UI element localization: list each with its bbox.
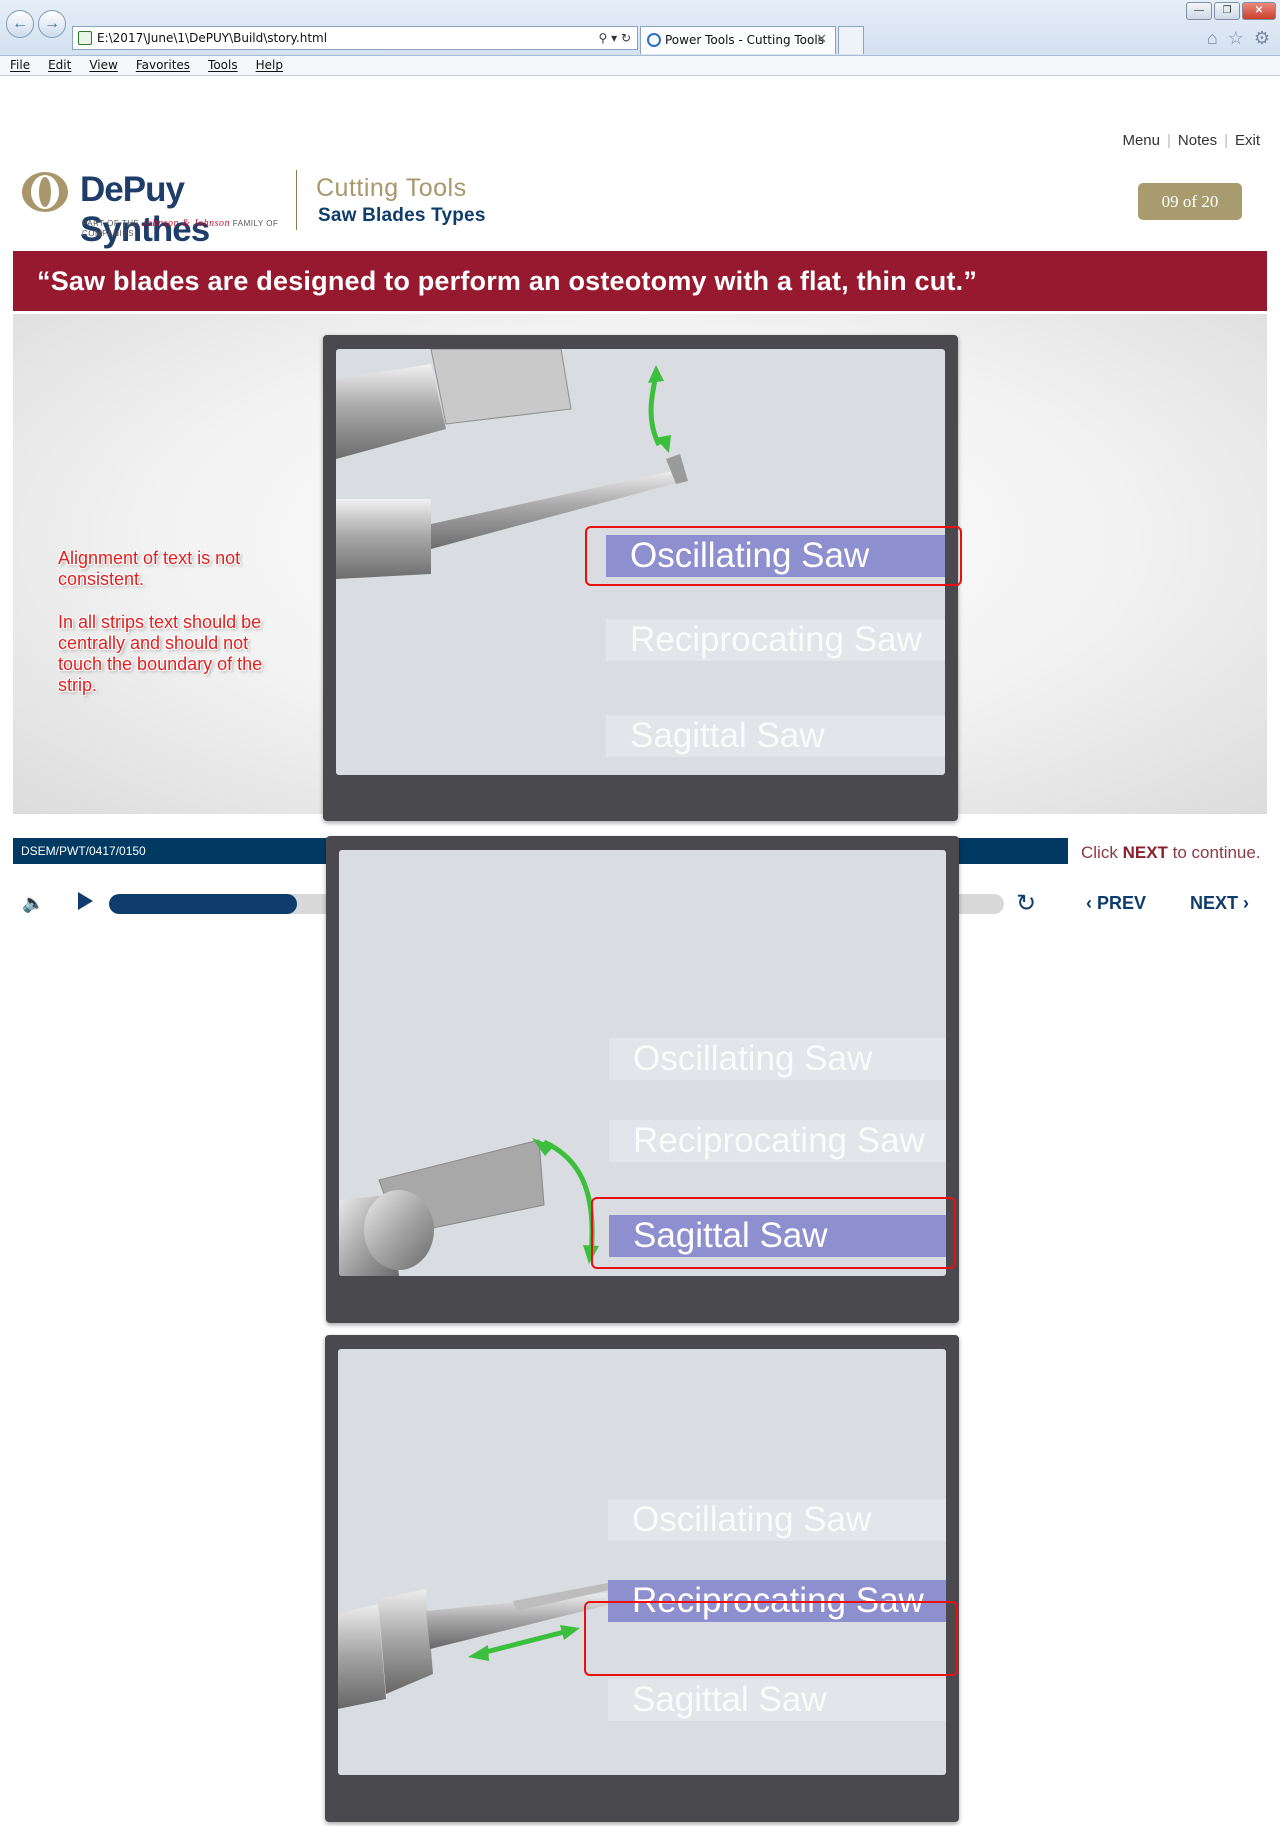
hint-next: NEXT <box>1122 843 1168 862</box>
logo-tagline: PART OF THE Johnson & Johnson FAMILY OF … <box>82 218 300 238</box>
next-label: NEXT <box>1190 893 1239 913</box>
close-tab-icon[interactable]: ✕ <box>816 27 827 53</box>
menu-edit[interactable]: Edit <box>48 56 71 75</box>
home-icon[interactable]: ⌂ <box>1207 28 1218 49</box>
header-divider <box>296 170 297 230</box>
strip-label: Reciprocating Saw <box>633 1121 925 1160</box>
gear-icon[interactable]: ⚙ <box>1254 28 1270 49</box>
volume-icon[interactable]: 🔈 <box>22 893 44 913</box>
strip-label: Sagittal Saw <box>632 1680 827 1719</box>
forward-button[interactable]: → <box>38 10 66 38</box>
menu-help[interactable]: Help <box>256 56 283 75</box>
continue-hint: Click NEXT to continue. <box>1081 843 1261 863</box>
strip-label: Sagittal Saw <box>630 716 825 755</box>
strip-reciprocating-saw[interactable]: Reciprocating Saw <box>606 619 945 661</box>
browser-window: ← → E:\2017\June\1\DePUY\Build\story.htm… <box>0 0 1280 1826</box>
depuy-synthes-logo: DePuy Synthes PART OF THE Johnson & John… <box>20 168 300 249</box>
review-highlight-box <box>584 1601 958 1676</box>
close-window-button[interactable]: ✕ <box>1242 2 1276 20</box>
review-highlight-box <box>591 1197 956 1269</box>
strip-reciprocating-saw[interactable]: Reciprocating Saw <box>609 1120 946 1162</box>
browser-tab[interactable]: Power Tools - Cutting Tools ✕ <box>640 26 836 54</box>
hint-prefix: Click <box>1081 843 1118 862</box>
menu-file[interactable]: File <box>10 56 30 75</box>
notes-link[interactable]: Notes <box>1178 132 1217 149</box>
review-annotation-1: Alignment of text is not consistent. <box>58 548 241 589</box>
strip-oscillating-saw[interactable]: Oscillating Saw <box>608 1499 946 1541</box>
strip-label: Reciprocating Saw <box>630 620 922 659</box>
tagline-brand: Johnson & Johnson <box>142 218 231 229</box>
strip-label: Oscillating Saw <box>633 1039 873 1078</box>
browser-tools: ⌂ ☆ ⚙ <box>1207 28 1270 49</box>
course-code: DSEM/PWT/0417/0150 <box>21 844 146 858</box>
review-annotation-2: In all strips text should be centrally a… <box>58 612 263 695</box>
course-subtitle: Saw Blades Types <box>318 205 486 226</box>
tab-title: Power Tools - Cutting Tools <box>665 33 824 47</box>
page-indicator: 09 of 20 <box>1138 183 1242 220</box>
menu-view[interactable]: View <box>89 56 117 75</box>
strip-sagittal-saw[interactable]: Sagittal Saw <box>606 715 945 757</box>
address-bar[interactable]: E:\2017\June\1\DePUY\Build\story.html ⚲ … <box>72 26 638 50</box>
play-icon[interactable] <box>78 892 93 910</box>
screenshot-panel-oscillating: Oscillating Saw Reciprocating Saw Sagitt… <box>323 335 962 821</box>
address-text: E:\2017\June\1\DePUY\Build\story.html <box>97 31 328 45</box>
menu-link[interactable]: Menu <box>1122 132 1160 149</box>
course-title: Cutting Tools <box>316 174 467 202</box>
prev-button[interactable]: ‹ PREV <box>1086 893 1146 914</box>
menu-tools[interactable]: Tools <box>208 56 238 75</box>
strip-label: Oscillating Saw <box>632 1500 872 1539</box>
window-controls: — ❐ ✕ <box>1186 2 1276 22</box>
logo-mark-icon <box>22 172 68 212</box>
next-button[interactable]: NEXT › <box>1190 893 1249 914</box>
hint-suffix: to continue. <box>1172 843 1261 862</box>
nav-divider: | <box>1224 132 1228 149</box>
prev-label: PREV <box>1097 893 1147 913</box>
search-refresh-icons[interactable]: ⚲ ▾ ↻ <box>599 27 632 49</box>
minimize-button[interactable]: — <box>1186 2 1212 20</box>
strip-sagittal-saw[interactable]: Sagittal Saw <box>608 1679 946 1721</box>
screenshot-panel-reciprocating: Oscillating Saw Reciprocating Saw Sagitt… <box>325 1335 959 1822</box>
quote-banner: “Saw blades are designed to perform an o… <box>13 251 1267 311</box>
ie-icon <box>647 33 661 47</box>
replay-icon[interactable]: ↻ <box>1016 889 1036 918</box>
panel-screen: Oscillating Saw Reciprocating Saw Sagitt… <box>338 1349 946 1775</box>
favorites-star-icon[interactable]: ☆ <box>1228 28 1244 49</box>
back-button[interactable]: ← <box>6 10 34 38</box>
nav-divider: | <box>1166 132 1171 149</box>
menu-bar: File Edit View Favorites Tools Help <box>0 56 1280 76</box>
strip-oscillating-saw[interactable]: Oscillating Saw <box>609 1038 946 1080</box>
seek-progress <box>109 894 297 914</box>
restore-button[interactable]: ❐ <box>1214 2 1240 20</box>
tagline-prefix: PART OF THE <box>82 219 140 228</box>
page-icon <box>78 31 92 45</box>
logo-wordmark: DePuy Synthes <box>80 170 210 249</box>
screenshot-panel-sagittal: Oscillating Saw Reciprocating Saw Sagitt… <box>326 836 959 1323</box>
new-tab-button[interactable] <box>838 26 864 54</box>
browser-toolbar: ← → E:\2017\June\1\DePUY\Build\story.htm… <box>0 0 1280 56</box>
player-top-nav: Menu | Notes | Exit <box>1122 132 1260 149</box>
review-highlight-box <box>585 526 962 586</box>
menu-favorites[interactable]: Favorites <box>136 56 190 75</box>
exit-link[interactable]: Exit <box>1235 132 1260 149</box>
